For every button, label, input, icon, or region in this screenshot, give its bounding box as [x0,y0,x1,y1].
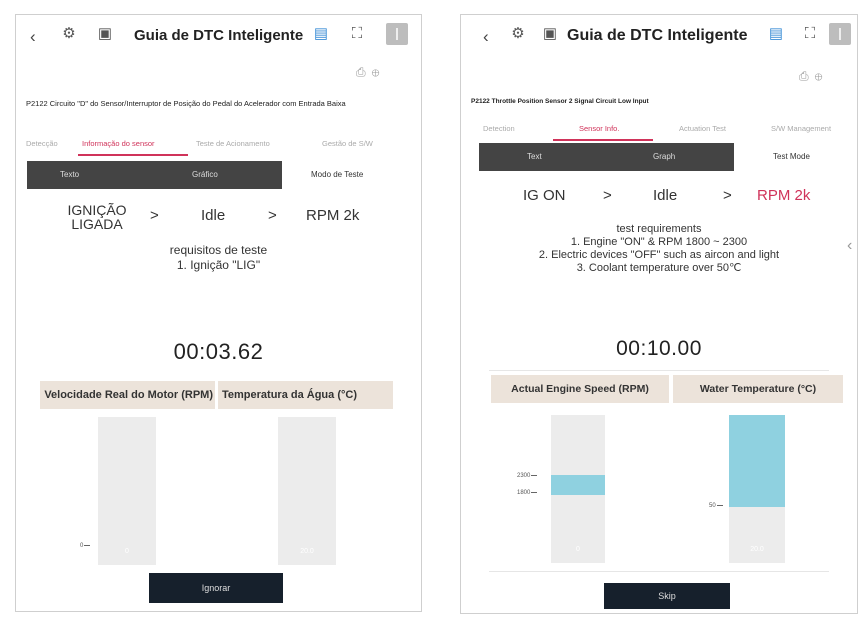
active-tab-indicator [78,154,188,156]
segment-test-mode[interactable]: Modo de Teste [311,161,411,189]
tab-actuation-test[interactable]: Actuation Test [679,124,726,133]
requirements-title: requisitos de teste [169,243,268,257]
gauge-tick-2300: 2300 [517,473,537,479]
tab-actuation-test[interactable]: Teste de Acionamento [196,139,270,148]
graph-header-water-temp: Water Temperature (°C) [673,375,843,403]
tab-bar: Detecção Informação do sensor Teste de A… [16,134,421,156]
step-ig-on: IGNIÇÃO LIGADA [67,203,127,232]
tab-sw-management[interactable]: S/W Management [771,124,831,133]
back-icon[interactable]: ‹ [483,27,489,47]
gauge-engine-speed: 0 [98,417,156,565]
sub-toolbar-icons[interactable]: ⎙⊕ [799,69,828,84]
requirement-line: 3. Coolant temperature over 50℃ [576,262,742,274]
tab-sensor-info[interactable]: Informação do sensor [82,139,155,148]
step-arrow: > [150,207,159,224]
dtc-description: P2122 Circuito "D" do Sensor/Interruptor… [26,99,346,108]
requirement-line: 1. Engine "ON" & RPM 1800 ~ 2300 [570,236,748,248]
skip-button[interactable]: Ignorar [149,573,283,603]
app-header: ‹ ⚙ ▣ Guia de DTC Inteligente ▤ ⛶ [16,15,421,61]
skip-button[interactable]: Skip [604,583,730,609]
target-rpm-band [551,475,605,495]
divider [489,571,829,572]
gauge-value: 0 [576,546,580,553]
page-title: Guia de DTC Inteligente [134,27,304,44]
requirement-line: 1. Ignição "LIG" [176,258,261,272]
menu-icon[interactable] [829,23,851,45]
car-settings-icon[interactable]: ⚙ [60,25,78,43]
tab-sensor-info[interactable]: Sensor Info. [579,124,619,133]
back-icon[interactable]: ‹ [30,27,36,47]
scan-icon[interactable]: ▣ [541,25,559,43]
gauge-water-temp: 20.0 [278,417,336,565]
gauge-tick-50: 50 [709,503,723,509]
test-requirements: requisitos de teste 1. Ignição "LIG" [16,243,421,273]
menu-icon[interactable] [386,23,408,45]
page-title: Guia de DTC Inteligente [567,27,748,44]
elapsed-timer: 00:03.62 [173,339,264,364]
graph-header-engine-speed: Actual Engine Speed (RPM) [491,375,669,403]
fullscreen-icon[interactable]: ⛶ [801,25,819,43]
step-idle: Idle [201,207,226,224]
scan-icon[interactable]: ▣ [96,25,114,43]
step-rpm-2k: RPM 2k [757,187,811,204]
tab-sw-management[interactable]: Gestão de S/W [322,139,373,148]
car-settings-icon[interactable]: ⚙ [509,25,527,43]
water-temp-fill [729,415,785,507]
step-arrow: > [268,207,277,224]
tab-detection[interactable]: Detecção [26,139,58,148]
gauge-value: 0 [125,548,129,555]
fullscreen-icon[interactable]: ⛶ [348,25,366,43]
test-steps: IGNIÇÃO LIGADA > Idle > RPM 2k [16,203,421,233]
report-icon[interactable]: ▤ [767,25,785,43]
segment-test-mode[interactable]: Test Mode [773,143,853,171]
phone-screen-portuguese: ‹ ⚙ ▣ Guia de DTC Inteligente ▤ ⛶ ⎙⊕ P21… [15,14,422,612]
sub-toolbar-icons[interactable]: ⎙⊕ [356,65,385,80]
tab-bar: Detection Sensor Info. Actuation Test S/… [461,119,857,141]
gauge-engine-speed: 0 [551,415,605,563]
gauge-value: 20.0 [300,548,314,555]
step-rpm-2k: RPM 2k [306,207,360,224]
requirement-line: 2. Electric devices "OFF" such as aircon… [538,249,780,261]
test-steps: IG ON > Idle > RPM 2k [461,187,857,209]
view-mode-segment: Texto Gráfico [27,161,282,189]
graph-header-engine-speed: Velocidade Real do Motor (RPM) [40,381,215,409]
active-tab-indicator [553,139,653,141]
tab-detection[interactable]: Detection [483,124,515,133]
graph-header-water-temp: Temperatura da Água (°C) [218,381,393,409]
view-mode-segment: Text Graph [479,143,734,171]
gauge-tick: 0 [80,543,90,549]
segment-text[interactable]: Text [527,152,542,161]
gauge-tick-1800: 1800 [517,490,537,496]
divider [489,370,829,371]
step-ig-on: IG ON [523,187,566,204]
step-idle: Idle [653,187,678,204]
gauge-water-temp: 20.0 [729,415,785,563]
side-chevron-icon[interactable]: ‹ [847,237,852,255]
segment-test-mode-label: Test Mode [773,152,810,161]
step-arrow: > [603,187,612,204]
report-icon[interactable]: ▤ [312,25,330,43]
step-arrow: > [723,187,732,204]
segment-test-mode-label: Modo de Teste [311,170,364,179]
elapsed-timer: 00:10.00 [616,337,702,360]
gauge-value: 20.0 [750,546,764,553]
requirements-title: test requirements [616,223,702,235]
phone-screen-english: ‹ ⚙ ▣ Guia de DTC Inteligente ▤ ⛶ ⎙⊕ P21… [460,14,858,614]
app-header: ‹ ⚙ ▣ Guia de DTC Inteligente ▤ ⛶ [461,15,857,61]
segment-graph[interactable]: Gráfico [192,170,218,179]
segment-text[interactable]: Texto [60,170,79,179]
test-requirements: test requirements 1. Engine "ON" & RPM 1… [461,223,857,275]
segment-graph[interactable]: Graph [653,152,675,161]
dtc-description: P2122 Throttle Position Sensor 2 Signal … [471,98,649,105]
